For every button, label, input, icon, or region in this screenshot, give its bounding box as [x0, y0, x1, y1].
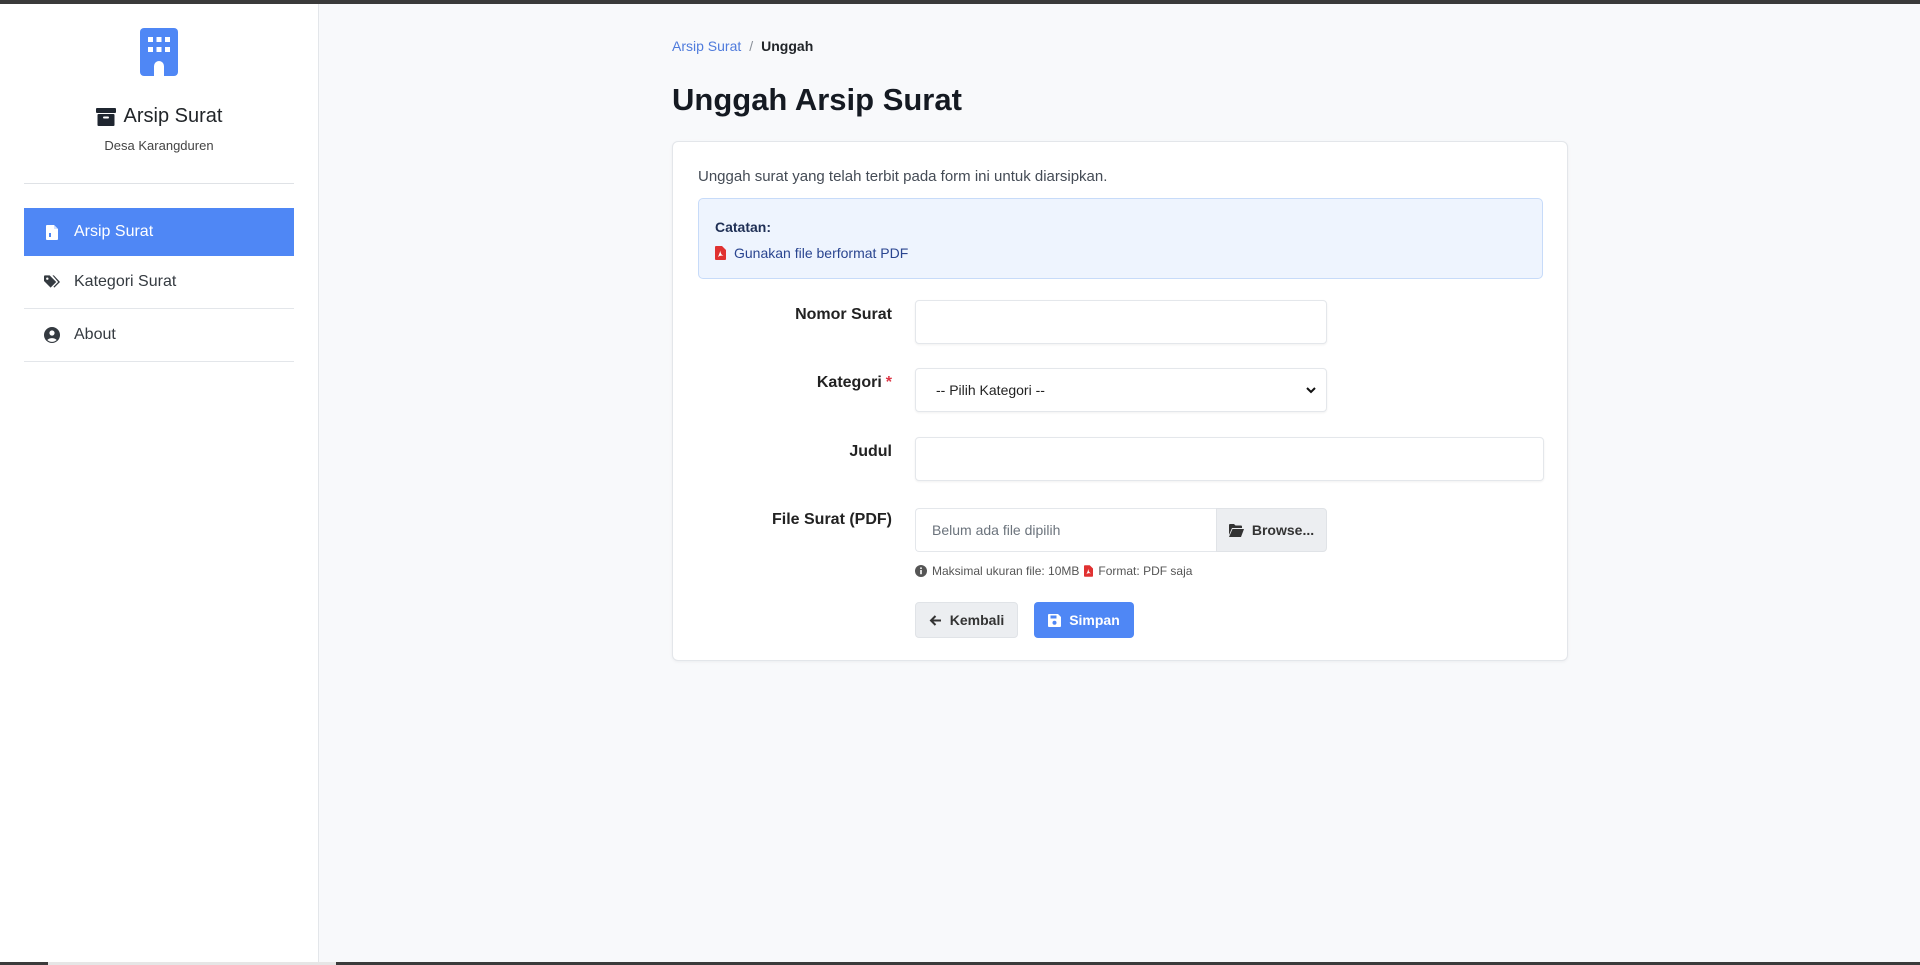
- breadcrumb-separator: /: [749, 38, 754, 54]
- sidebar-divider: [24, 183, 294, 184]
- sidebar-item-label: About: [74, 326, 116, 343]
- file-surat-label: File Surat (PDF): [771, 511, 892, 528]
- sidebar-item-label: Arsip Surat: [74, 223, 154, 240]
- file-input-placeholder: Belum ada file dipilih: [915, 508, 1216, 552]
- info-circle-icon: [915, 565, 927, 577]
- folder-open-icon: [1228, 523, 1244, 537]
- user-circle-icon: [44, 327, 60, 343]
- sidebar-item-arsip-surat[interactable]: Arsip Surat: [24, 208, 294, 256]
- help-size: Maksimal ukuran file: 10MB: [932, 564, 1080, 578]
- brand-subtitle: Desa Karangduren: [104, 138, 214, 153]
- chevron-down-icon: [1306, 387, 1316, 394]
- save-button[interactable]: Simpan: [1034, 602, 1134, 638]
- nomor-surat-input[interactable]: [915, 300, 1327, 344]
- help-format: Format: PDF saja: [1098, 564, 1193, 578]
- judul-input[interactable]: [915, 437, 1544, 481]
- sidebar-item-kategori-surat[interactable]: Kategori Surat: [24, 256, 294, 309]
- breadcrumb: Arsip Surat / Unggah: [672, 38, 813, 54]
- required-marker: *: [885, 374, 892, 391]
- brand-title: Arsip Surat: [0, 105, 318, 128]
- file-help-text: Maksimal ukuran file: 10MB Format: PDF s…: [915, 564, 1192, 578]
- note-box: Catatan: Gunakan file berformat PDF: [698, 198, 1543, 279]
- tags-icon: [44, 274, 60, 290]
- judul-label: Judul: [849, 443, 892, 460]
- back-button[interactable]: Kembali: [915, 602, 1018, 638]
- kategori-label-text: Kategori: [816, 374, 882, 391]
- back-button-label: Kembali: [949, 612, 1005, 628]
- save-icon: [1048, 613, 1062, 627]
- sidebar: Arsip Surat Desa Karangduren Arsip Surat…: [0, 4, 319, 962]
- sidebar-nav: Arsip Surat Kategori Surat About: [24, 208, 294, 362]
- archive-icon: [95, 107, 116, 126]
- building-icon: [140, 28, 178, 76]
- kategori-select[interactable]: -- Pilih Kategori --: [915, 368, 1327, 412]
- kategori-label: Kategori *: [817, 374, 892, 392]
- file-icon: [44, 224, 60, 240]
- pdf-file-icon: [715, 246, 726, 260]
- breadcrumb-current: Unggah: [761, 38, 814, 54]
- browse-button-label: Browse...: [1251, 522, 1315, 538]
- browse-button[interactable]: Browse...: [1216, 508, 1327, 552]
- file-input[interactable]: Belum ada file dipilih Browse...: [915, 508, 1327, 552]
- sidebar-item-about[interactable]: About: [24, 309, 294, 362]
- breadcrumb-link-arsip-surat[interactable]: Arsip Surat: [672, 38, 741, 54]
- form-intro: Unggah surat yang telah terbit pada form…: [698, 168, 1108, 185]
- nomor-surat-label: Nomor Surat: [795, 306, 892, 323]
- arrow-left-icon: [929, 614, 941, 626]
- sidebar-item-label: Kategori Surat: [74, 273, 177, 290]
- note-title: Catatan:: [715, 219, 772, 235]
- page-title: Unggah Arsip Surat: [672, 82, 962, 117]
- save-button-label: Simpan: [1069, 612, 1120, 628]
- note-item-text: Gunakan file berformat PDF: [734, 245, 909, 261]
- brand-title-text: Arsip Surat: [123, 105, 223, 127]
- pdf-file-icon: [1084, 565, 1094, 577]
- kategori-select-value: -- Pilih Kategori --: [936, 382, 1045, 398]
- brand: Arsip Surat Desa Karangduren: [0, 4, 318, 153]
- note-item: Gunakan file berformat PDF: [715, 245, 908, 261]
- upload-form-card: Unggah surat yang telah terbit pada form…: [672, 141, 1568, 661]
